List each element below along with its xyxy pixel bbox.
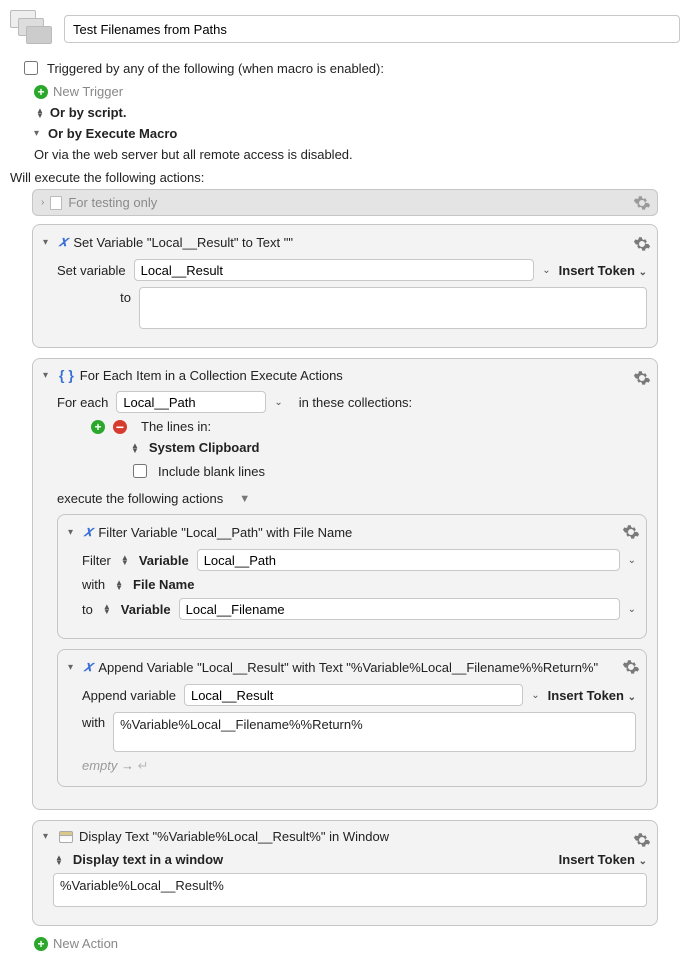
action-title: Display Text "%Variable%Local__Result%" … [79,829,389,844]
append-var-input[interactable] [184,684,523,706]
plus-icon: + [34,85,48,99]
add-collection-button[interactable]: + [91,420,105,434]
display-value-textarea[interactable]: %Variable%Local__Result% [53,873,647,907]
action-title: Append Variable "Local__Result" with Tex… [98,660,598,675]
insert-token-button[interactable]: Insert Token ⌄ [559,263,647,278]
chevron-down-icon[interactable]: ▾ [68,662,78,673]
variable-icon: 𝑥 [59,233,67,251]
append-hint: empty → ↵ [82,758,636,774]
action-set-variable: ▾ 𝑥 Set Variable "Local__Result" to Text… [32,224,658,348]
lines-in-label: The lines in: [141,419,211,434]
in-collections-label: in these collections: [299,395,412,410]
variable-icon: 𝑥 [84,523,92,541]
updown-icon[interactable]: ▲▼ [121,555,129,565]
action-title: For Each Item in a Collection Execute Ac… [80,368,343,383]
macro-title-input[interactable] [64,15,680,43]
testing-only-group[interactable]: › For testing only [32,189,658,216]
to-var-input[interactable] [179,598,620,620]
execute-actions-label: execute the following actions [57,491,223,506]
chevron-down-icon[interactable]: ▾ [34,128,44,139]
filter-label: Filter [82,553,111,568]
macro-icon [10,10,54,48]
include-blank-checkbox[interactable] [133,464,147,478]
action-append-variable: ▾ 𝑥 Append Variable "Local__Result" with… [57,649,647,787]
insert-token-button[interactable]: Insert Token ⌄ [559,852,647,867]
plus-icon: + [34,937,48,951]
foreach-var-input[interactable] [116,391,266,413]
append-variable-label: Append variable [82,688,176,703]
dropdown-caret-icon[interactable]: ⌄ [628,555,636,566]
web-server-label: Or via the web server but all remote acc… [34,147,353,162]
for-each-label: For each [57,395,108,410]
variable-icon: 𝑥 [84,658,92,676]
to-value-textarea[interactable] [139,287,647,329]
dropdown-caret-icon[interactable]: ⌄ [542,265,550,276]
with-value-label[interactable]: File Name [133,577,194,592]
action-display-text: ▾ Display Text "%Variable%Local__Result%… [32,820,658,926]
or-by-execute-macro-label: Or by Execute Macro [48,126,177,141]
to-variable-kw: Variable [121,602,171,617]
gear-icon[interactable] [633,235,651,253]
testing-only-label: For testing only [68,195,157,210]
gear-icon[interactable] [633,369,651,387]
triggered-checkbox[interactable] [24,61,38,75]
new-trigger-label: New Trigger [53,84,123,99]
triggered-label: Triggered by any of the following (when … [47,61,384,76]
chevron-down-icon[interactable]: ▾ [43,831,53,842]
to-label: to [82,602,93,617]
chevron-down-icon[interactable]: ▾ [43,370,53,381]
action-title: Filter Variable "Local__Path" with File … [98,525,352,540]
chevron-right-icon: › [41,197,44,208]
updown-icon[interactable]: ▲▼ [131,443,139,453]
gear-icon[interactable] [633,831,651,849]
clipboard-source-label[interactable]: System Clipboard [149,440,260,455]
action-filter-variable: ▾ 𝑥 Filter Variable "Local__Path" with F… [57,514,647,639]
dropdown-caret-icon[interactable]: ⌄ [274,397,282,408]
include-blank-label: Include blank lines [158,464,265,479]
updown-icon[interactable]: ▲▼ [103,604,111,614]
or-by-script-label: Or by script. [50,105,127,120]
filter-variable-kw: Variable [139,553,189,568]
chevron-down-icon[interactable]: ▾ [43,237,53,248]
will-execute-label: Will execute the following actions: [10,170,680,185]
dropdown-caret-icon[interactable]: ⌄ [531,690,539,701]
braces-icon: { } [59,367,74,383]
variable-name-input[interactable] [134,259,535,281]
display-type-label[interactable]: Display text in a window [73,852,223,867]
insert-token-button[interactable]: Insert Token ⌄ [548,688,636,703]
gear-icon[interactable] [633,194,651,212]
gear-icon[interactable] [622,658,640,676]
triangle-down-icon[interactable]: ▼ [239,493,250,505]
updown-icon[interactable]: ▲▼ [115,580,123,590]
new-action-label: New Action [53,936,118,951]
to-label: to [57,287,131,305]
new-trigger-button[interactable]: + New Trigger [34,84,680,99]
remove-collection-button[interactable]: − [113,420,127,434]
filter-var-input[interactable] [197,549,620,571]
dropdown-caret-icon[interactable]: ⌄ [628,604,636,615]
updown-icon[interactable]: ▲▼ [36,108,44,118]
action-for-each: ▾ { } For Each Item in a Collection Exec… [32,358,658,810]
with-label: with [82,712,105,730]
set-variable-label: Set variable [57,263,126,278]
updown-icon[interactable]: ▲▼ [55,855,63,865]
gear-icon[interactable] [622,523,640,541]
window-icon [59,831,73,843]
action-title: Set Variable "Local__Result" to Text "" [73,235,293,250]
with-label: with [82,577,105,592]
new-action-button[interactable]: + New Action [34,936,680,951]
file-icon [50,196,62,210]
with-value-textarea[interactable]: %Variable%Local__Filename%%Return% [113,712,636,752]
chevron-down-icon[interactable]: ▾ [68,527,78,538]
